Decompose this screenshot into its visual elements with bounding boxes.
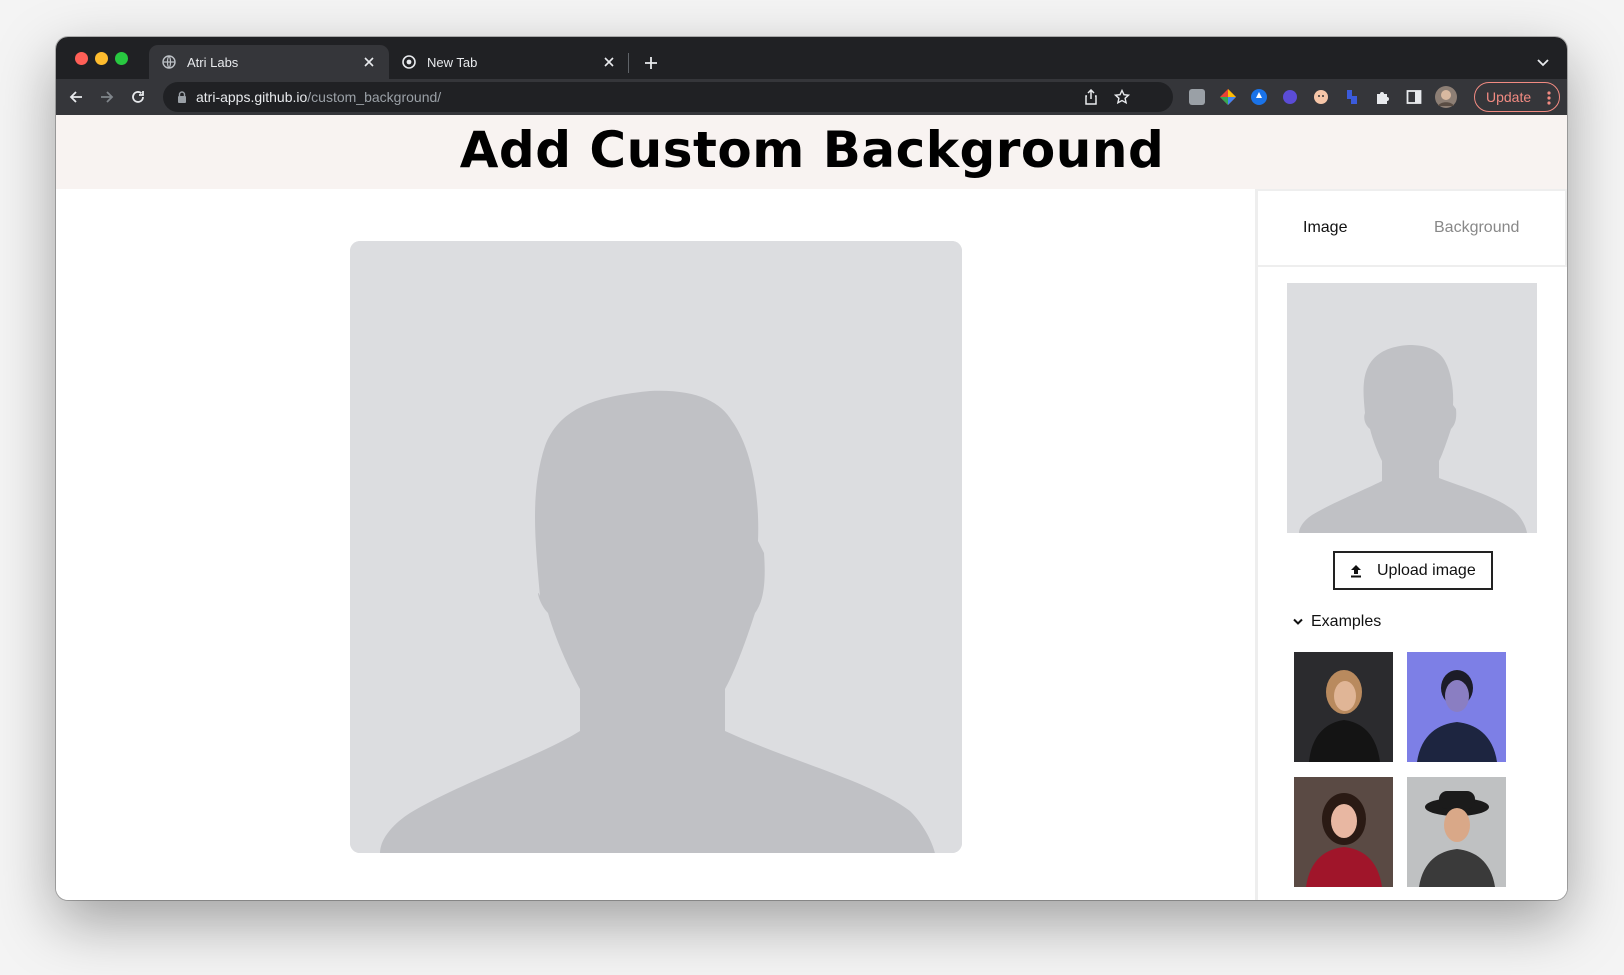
plus-icon <box>645 57 657 69</box>
extension-icon-3[interactable] <box>1249 87 1269 107</box>
arrow-left-icon <box>69 91 82 103</box>
upload-image-button[interactable]: Upload image <box>1333 551 1493 590</box>
address-bar[interactable]: atri-apps.github.io/custom_background/ <box>163 82 1173 112</box>
panel-tabs: Image Background <box>1258 189 1567 267</box>
extension-icon-1[interactable] <box>1187 87 1207 107</box>
extension-icon-5[interactable] <box>1311 87 1331 107</box>
tab-image[interactable]: Image <box>1303 219 1347 237</box>
examples-label: Examples <box>1311 613 1382 630</box>
page-title: Add Custom Background <box>459 121 1165 179</box>
examples-toggle[interactable]: Examples <box>1293 613 1381 631</box>
minimize-window-button[interactable] <box>95 52 108 65</box>
tab-title: New Tab <box>427 54 478 70</box>
globe-icon <box>161 54 177 70</box>
arrow-right-icon <box>101 91 114 103</box>
update-button[interactable]: Update <box>1474 82 1560 112</box>
tab-new-tab[interactable]: New Tab <box>389 45 629 79</box>
page-content: Add Custom Background Image Background U… <box>56 115 1567 900</box>
browser-toolbar: atri-apps.github.io/custom_background/ U… <box>56 79 1567 115</box>
example-portrait-2[interactable] <box>1407 652 1506 762</box>
avatar-placeholder-silhouette <box>350 241 962 853</box>
browser-titlebar: Atri Labs New Tab <box>56 37 1567 79</box>
tab-atri-labs[interactable]: Atri Labs <box>149 45 389 79</box>
url-path: /custom_background/ <box>307 89 442 105</box>
tab-separator <box>628 53 629 73</box>
avatar[interactable] <box>1434 85 1458 109</box>
lock-icon <box>178 91 186 103</box>
puzzle-icon[interactable] <box>1373 87 1393 107</box>
settings-panel: Image Background Upload image Examples <box>1255 189 1567 900</box>
back-button[interactable] <box>64 85 88 109</box>
side-panel-icon[interactable] <box>1404 87 1424 107</box>
tab-background[interactable]: Background <box>1434 219 1519 237</box>
bookmark-star-icon[interactable] <box>1112 87 1132 107</box>
example-portrait-4[interactable] <box>1407 777 1506 887</box>
main-image-preview <box>350 241 962 853</box>
update-label: Update <box>1486 89 1532 105</box>
reload-icon <box>132 91 144 103</box>
close-icon[interactable] <box>601 54 617 70</box>
tab-title: Atri Labs <box>187 54 239 70</box>
upload-image-label: Upload image <box>1377 561 1476 579</box>
close-window-button[interactable] <box>75 52 88 65</box>
share-icon[interactable] <box>1081 87 1101 107</box>
url-text: atri-apps.github.io/custom_background/ <box>196 89 441 105</box>
forward-button[interactable] <box>95 85 119 109</box>
upload-icon <box>1351 564 1361 577</box>
extension-icon-4[interactable] <box>1280 87 1300 107</box>
example-portrait-1[interactable] <box>1294 652 1393 762</box>
chevron-down-icon <box>1293 618 1303 625</box>
tab-search-button[interactable] <box>1531 51 1555 75</box>
avatar-placeholder-silhouette-small <box>1287 283 1537 533</box>
page-header: Add Custom Background <box>56 115 1567 189</box>
extension-icon-6[interactable] <box>1342 87 1362 107</box>
extension-icon-2[interactable] <box>1218 87 1238 107</box>
reload-button[interactable] <box>126 85 150 109</box>
maximize-window-button[interactable] <box>115 52 128 65</box>
close-icon[interactable] <box>361 54 377 70</box>
chrome-icon <box>401 54 417 70</box>
url-domain: atri-apps.github.io <box>196 89 308 105</box>
image-thumbnail <box>1287 283 1537 533</box>
browser-window: Atri Labs New Tab atri-apps.github.io/cu… <box>56 37 1567 900</box>
new-tab-button[interactable] <box>639 51 663 75</box>
example-portrait-3[interactable] <box>1294 777 1393 887</box>
chevron-down-icon <box>1537 59 1549 67</box>
more-vert-icon <box>1547 91 1551 105</box>
